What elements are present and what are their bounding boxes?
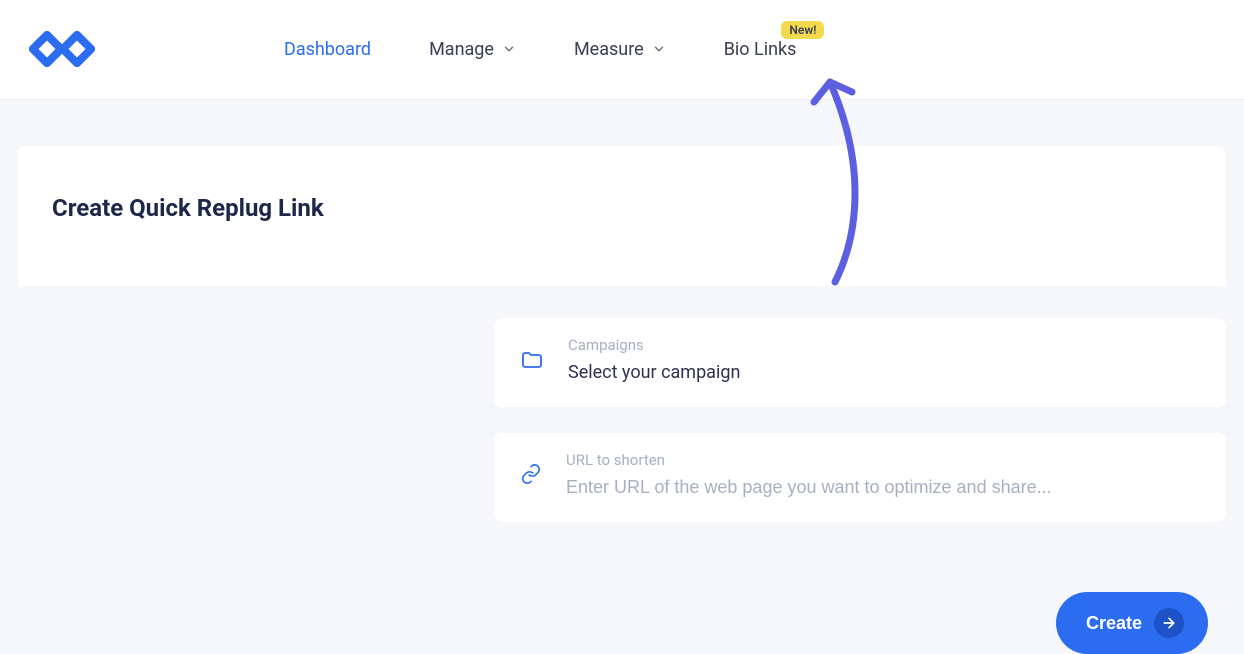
url-body: URL to shorten	[566, 451, 1200, 498]
nav-biolinks-label: Bio Links	[724, 39, 797, 60]
url-field-card: URL to shorten	[494, 433, 1226, 522]
nav-measure[interactable]: Measure	[574, 39, 666, 60]
nav-dashboard[interactable]: Dashboard	[284, 39, 371, 60]
badge-new: New!	[781, 21, 824, 39]
create-button[interactable]: Create	[1056, 592, 1208, 654]
page-title: Create Quick Replug Link	[52, 194, 1192, 222]
url-input[interactable]	[566, 477, 1200, 498]
top-navbar: Dashboard Manage Measure Bio Links New!	[0, 0, 1244, 100]
nav-measure-label: Measure	[574, 39, 644, 60]
campaign-label: Campaigns	[568, 336, 1200, 354]
chevron-down-icon	[652, 42, 666, 56]
title-card: Create Quick Replug Link	[18, 146, 1226, 286]
main-nav: Dashboard Manage Measure Bio Links New!	[284, 39, 796, 60]
nav-manage[interactable]: Manage	[429, 39, 516, 60]
nav-biolinks[interactable]: Bio Links New!	[724, 39, 797, 60]
campaign-body: Campaigns Select your campaign	[568, 336, 1200, 383]
form-column: Campaigns Select your campaign URL to sh…	[494, 318, 1226, 654]
nav-dashboard-label: Dashboard	[284, 39, 371, 60]
chevron-down-icon	[502, 42, 516, 56]
folder-icon	[520, 336, 544, 383]
link-icon	[520, 451, 542, 498]
arrow-right-icon	[1154, 608, 1184, 638]
page-body: Create Quick Replug Link Campaigns Selec…	[0, 100, 1244, 654]
logo-icon	[25, 25, 113, 75]
create-button-label: Create	[1086, 613, 1142, 634]
url-label: URL to shorten	[566, 451, 1200, 469]
form-area: Campaigns Select your campaign URL to sh…	[18, 318, 1226, 654]
campaign-selector[interactable]: Campaigns Select your campaign	[494, 318, 1226, 407]
button-row: Create	[494, 592, 1226, 654]
campaign-value: Select your campaign	[568, 362, 1200, 383]
logo	[24, 24, 114, 76]
nav-manage-label: Manage	[429, 39, 494, 60]
